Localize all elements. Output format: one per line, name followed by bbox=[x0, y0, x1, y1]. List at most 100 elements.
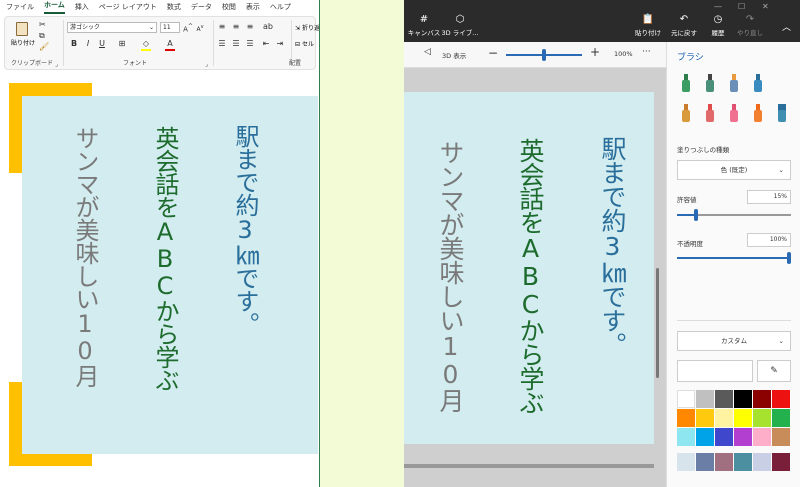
horizontal-scrollbar[interactable] bbox=[404, 464, 654, 468]
tab-help[interactable]: ヘルプ bbox=[270, 2, 291, 14]
marker-icon[interactable] bbox=[679, 74, 693, 92]
vertical-text-shape[interactable]: 駅まで約3㎞です。 英会話をABCから学ぶ サンマが美味しい10月 bbox=[22, 96, 318, 454]
color-swatch[interactable] bbox=[753, 390, 771, 408]
tolerance-slider-thumb[interactable] bbox=[694, 209, 698, 221]
watercolor-icon[interactable] bbox=[751, 74, 765, 92]
color-swatch[interactable] bbox=[677, 409, 695, 427]
color-swatch[interactable] bbox=[677, 453, 695, 471]
bold-icon[interactable]: B bbox=[69, 39, 79, 49]
color-swatch[interactable] bbox=[715, 428, 733, 446]
color-swatch[interactable] bbox=[772, 453, 790, 471]
underline-icon[interactable]: U bbox=[97, 39, 107, 49]
tab-data[interactable]: データ bbox=[191, 2, 212, 14]
vertical-scrollbar[interactable] bbox=[656, 268, 659, 378]
italic-icon[interactable]: I bbox=[83, 39, 93, 49]
color-swatch[interactable] bbox=[734, 453, 752, 471]
clipboard-launcher-icon[interactable]: ⌟ bbox=[55, 61, 58, 68]
color-swatch[interactable] bbox=[753, 409, 771, 427]
tab-formulas[interactable]: 数式 bbox=[167, 2, 181, 14]
current-color-box[interactable] bbox=[677, 360, 753, 382]
tab-home[interactable]: ホーム bbox=[44, 0, 65, 14]
fill-bucket-icon[interactable] bbox=[775, 104, 789, 122]
color-swatch[interactable] bbox=[715, 390, 733, 408]
color-swatch[interactable] bbox=[715, 409, 733, 427]
align-right-icon[interactable]: ☰ bbox=[245, 39, 255, 49]
font-launcher-icon[interactable]: ⌟ bbox=[205, 61, 208, 68]
cut-icon[interactable]: ✂ bbox=[39, 20, 46, 29]
tab-page-layout[interactable]: ページ レイアウト bbox=[99, 2, 157, 14]
align-bottom-icon[interactable]: ≡ bbox=[245, 22, 255, 32]
eyedropper-button[interactable]: ✎ bbox=[757, 360, 791, 382]
crayon-icon[interactable] bbox=[751, 104, 765, 122]
indent-decrease-icon[interactable]: ⇤ bbox=[261, 39, 271, 49]
color-swatch[interactable] bbox=[715, 453, 733, 471]
color-swatch[interactable] bbox=[753, 428, 771, 446]
indent-increase-icon[interactable]: ⇥ bbox=[275, 39, 285, 49]
wrap-text-button[interactable]: ⇲ 折り返 bbox=[295, 23, 319, 32]
paint-canvas-area[interactable]: 駅まで約3㎞です。 英会話をABCから学ぶ サンマが美味しい10月 bbox=[404, 68, 666, 487]
redo-button[interactable]: ↷ やり直し bbox=[730, 14, 770, 37]
font-shrink-icon[interactable]: Av bbox=[195, 22, 205, 35]
zoom-out-icon[interactable]: − bbox=[488, 46, 498, 60]
vertical-text-col1: 駅まで約3㎞です。 bbox=[231, 124, 259, 335]
oil-brush-icon[interactable] bbox=[727, 74, 741, 92]
tab-insert[interactable]: 挿入 bbox=[75, 2, 89, 14]
calligraphy-pen-icon[interactable] bbox=[703, 74, 717, 92]
color-swatch[interactable] bbox=[696, 428, 714, 446]
canvas-button[interactable]: # キャンバス bbox=[404, 14, 444, 37]
color-swatch[interactable] bbox=[696, 390, 714, 408]
font-size-combo[interactable]: 11 bbox=[160, 22, 180, 33]
color-swatch[interactable] bbox=[734, 390, 752, 408]
border-icon[interactable]: ⊞ bbox=[117, 39, 127, 49]
color-swatch[interactable] bbox=[772, 428, 790, 446]
color-swatch[interactable] bbox=[734, 409, 752, 427]
font-grow-icon[interactable]: A^ bbox=[183, 22, 193, 34]
opacity-slider-thumb[interactable] bbox=[787, 252, 791, 264]
fill-type-dropdown[interactable]: 色 (既定) ⌄ bbox=[677, 160, 791, 180]
opacity-slider[interactable] bbox=[677, 252, 791, 264]
merge-button[interactable]: ⊟ セル bbox=[295, 39, 314, 48]
pixel-pen-icon[interactable] bbox=[679, 104, 693, 122]
collapse-chevron-icon[interactable]: ︿ bbox=[782, 20, 791, 33]
tolerance-input[interactable]: 15% bbox=[747, 190, 791, 204]
tab-file[interactable]: ファイル bbox=[6, 2, 34, 14]
pencil-icon[interactable] bbox=[703, 104, 717, 122]
color-swatch[interactable] bbox=[772, 390, 790, 408]
more-options-icon[interactable]: ··· bbox=[642, 47, 651, 57]
paint-canvas[interactable]: 駅まで約3㎞です。 英会話をABCから学ぶ サンマが美味しい10月 bbox=[404, 92, 654, 444]
color-swatch[interactable] bbox=[677, 390, 695, 408]
align-center-icon[interactable]: ☰ bbox=[231, 39, 241, 49]
align-left-icon[interactable]: ☰ bbox=[217, 39, 227, 49]
orientation-icon[interactable]: ab bbox=[263, 22, 273, 32]
zoom-slider[interactable] bbox=[506, 49, 582, 61]
tab-review[interactable]: 校閲 bbox=[222, 2, 236, 14]
library3d-button[interactable]: ⬡ 3D ライブ... bbox=[440, 14, 480, 37]
format-painter-icon[interactable]: 🖌 bbox=[39, 42, 49, 51]
zoom-slider-thumb[interactable] bbox=[542, 49, 546, 61]
close-icon[interactable]: ✕ bbox=[762, 2, 769, 11]
tolerance-slider[interactable] bbox=[677, 209, 791, 221]
font-color-icon[interactable]: A bbox=[165, 39, 175, 51]
opacity-input[interactable]: 100% bbox=[747, 233, 791, 247]
view3d-icon[interactable]: ◁ bbox=[424, 47, 431, 57]
maximize-icon[interactable]: ☐ bbox=[738, 2, 745, 11]
paste-button[interactable]: 📋 貼り付け bbox=[628, 14, 668, 37]
color-swatch[interactable] bbox=[696, 453, 714, 471]
align-middle-icon[interactable]: ≡ bbox=[231, 22, 241, 32]
color-swatch[interactable] bbox=[753, 453, 771, 471]
align-top-icon[interactable]: ≡ bbox=[217, 22, 227, 32]
color-swatch[interactable] bbox=[772, 409, 790, 427]
fill-color-icon[interactable]: ◇ bbox=[141, 39, 151, 51]
paste-button[interactable]: 貼り付け bbox=[11, 20, 35, 54]
zoom-in-icon[interactable]: + bbox=[590, 45, 600, 59]
font-name-combo[interactable]: 游ゴシック ⌄ bbox=[67, 22, 157, 33]
color-swatch[interactable] bbox=[696, 409, 714, 427]
copy-icon[interactable]: ⧉ bbox=[39, 31, 45, 41]
eraser-icon[interactable] bbox=[727, 104, 741, 122]
paint-vertical-text-col1: 駅まで約3㎞です。 bbox=[598, 136, 627, 356]
color-swatch[interactable] bbox=[677, 428, 695, 446]
color-mode-dropdown[interactable]: カスタム ⌄ bbox=[677, 331, 791, 351]
minimize-icon[interactable]: — bbox=[714, 2, 722, 11]
color-swatch[interactable] bbox=[734, 428, 752, 446]
tab-view[interactable]: 表示 bbox=[246, 2, 260, 14]
